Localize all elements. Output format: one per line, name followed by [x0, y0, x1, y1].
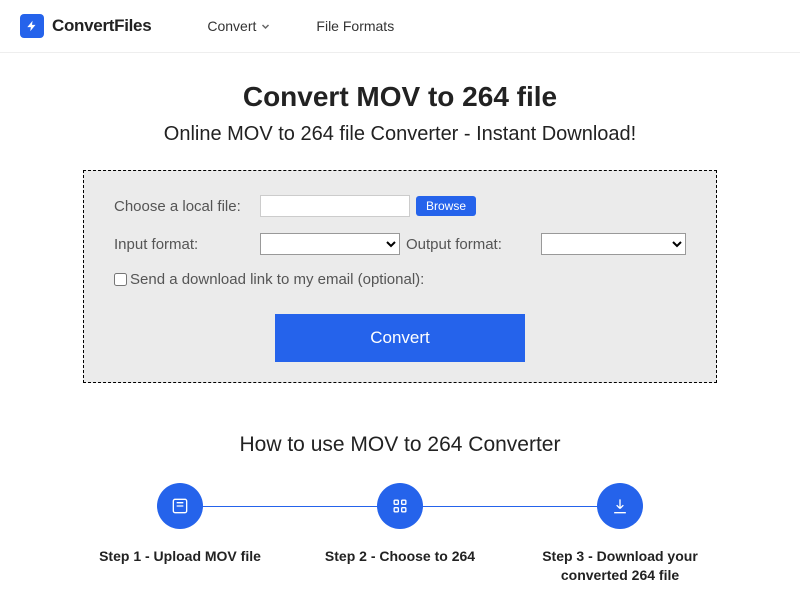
steps-row: Step 1 - Upload MOV file Step 2 - Choose…	[70, 483, 730, 585]
nav-convert[interactable]: Convert	[207, 18, 270, 34]
choose-file-label: Choose a local file:	[114, 198, 254, 215]
logo-icon	[20, 14, 44, 38]
site-header: ConvertFiles Convert File Formats	[0, 0, 800, 53]
howto-title: How to use MOV to 264 Converter	[20, 433, 780, 457]
convert-button[interactable]: Convert	[275, 314, 525, 362]
email-label: Send a download link to my email (option…	[130, 271, 424, 288]
download-icon	[597, 483, 643, 529]
browse-button[interactable]: Browse	[416, 196, 476, 216]
main-nav: Convert File Formats	[207, 18, 394, 34]
file-path-input[interactable]	[260, 195, 410, 217]
step-1-label: Step 1 - Upload MOV file	[70, 547, 290, 566]
file-row: Choose a local file: Browse	[114, 195, 686, 217]
upload-icon	[157, 483, 203, 529]
page-title: Convert MOV to 264 file	[20, 81, 780, 113]
nav-file-formats[interactable]: File Formats	[316, 18, 394, 34]
logo[interactable]: ConvertFiles	[20, 14, 151, 38]
input-format-select[interactable]	[260, 233, 400, 255]
output-format-label: Output format:	[406, 236, 502, 253]
convert-panel: Choose a local file: Browse Input format…	[83, 170, 717, 383]
grid-icon	[377, 483, 423, 529]
output-format-select[interactable]	[541, 233, 686, 255]
main-content: Convert MOV to 264 file Online MOV to 26…	[0, 53, 800, 595]
step-1: Step 1 - Upload MOV file	[70, 483, 290, 566]
brand-name: ConvertFiles	[52, 16, 151, 36]
format-row: Input format: Output format:	[114, 233, 686, 255]
email-row: Send a download link to my email (option…	[114, 271, 686, 288]
step-2-label: Step 2 - Choose to 264	[290, 547, 510, 566]
chevron-down-icon	[261, 18, 270, 34]
step-3: Step 3 - Download your converted 264 fil…	[510, 483, 730, 585]
step-2: Step 2 - Choose to 264	[290, 483, 510, 566]
email-checkbox[interactable]	[114, 273, 127, 286]
step-3-label: Step 3 - Download your converted 264 fil…	[510, 547, 730, 585]
input-format-label: Input format:	[114, 236, 254, 253]
nav-convert-label: Convert	[207, 18, 256, 34]
page-subtitle: Online MOV to 264 file Converter - Insta…	[20, 123, 780, 146]
nav-formats-label: File Formats	[316, 18, 394, 34]
